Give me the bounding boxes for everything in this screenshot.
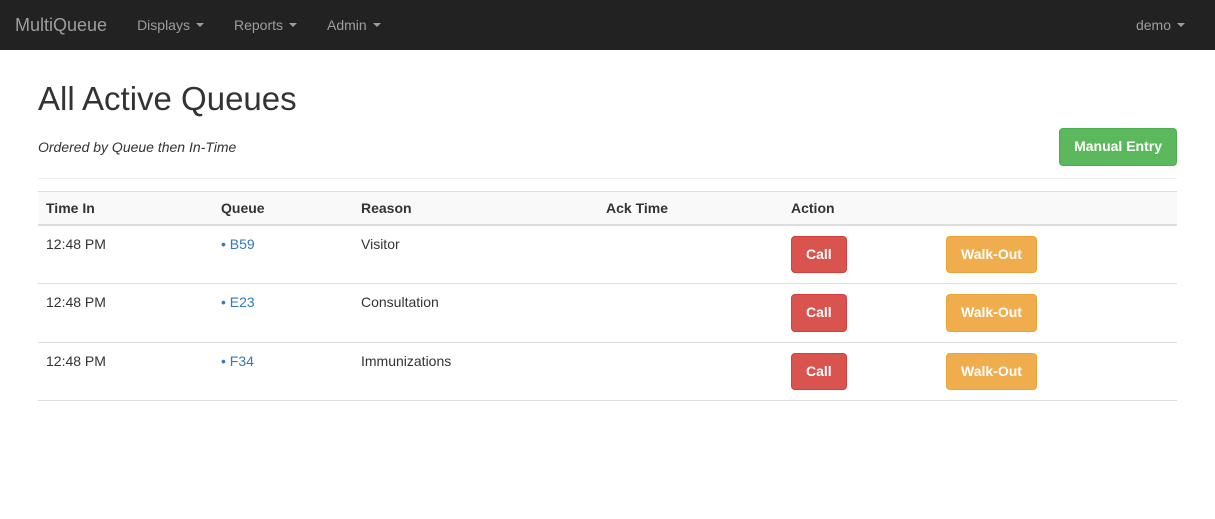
main-container: All Active Queues Ordered by Queue then … bbox=[0, 50, 1215, 421]
th-reason: Reason bbox=[353, 191, 598, 225]
th-ack-time: Ack Time bbox=[598, 191, 783, 225]
nav-displays[interactable]: Displays bbox=[122, 2, 219, 48]
table-row: 12:48 PM• B59VisitorCallWalk-Out bbox=[38, 225, 1177, 284]
nav-user-menu[interactable]: demo bbox=[1121, 2, 1200, 48]
cell-ack-time bbox=[598, 225, 783, 284]
call-button[interactable]: Call bbox=[791, 236, 847, 274]
bullet-icon: • bbox=[221, 294, 230, 310]
walk-out-button[interactable]: Walk-Out bbox=[946, 236, 1037, 274]
th-action: Action bbox=[783, 191, 938, 225]
nav-displays-label: Displays bbox=[137, 17, 190, 33]
queue-link[interactable]: F34 bbox=[230, 353, 254, 369]
page-title: All Active Queues bbox=[38, 80, 1177, 118]
cell-action-call: Call bbox=[783, 342, 938, 401]
manual-entry-button[interactable]: Manual Entry bbox=[1059, 128, 1177, 166]
table-header-row: Time In Queue Reason Ack Time Action bbox=[38, 191, 1177, 225]
th-queue: Queue bbox=[213, 191, 353, 225]
th-time-in: Time In bbox=[38, 191, 213, 225]
walk-out-button[interactable]: Walk-Out bbox=[946, 353, 1037, 391]
divider bbox=[38, 178, 1177, 179]
cell-time-in: 12:48 PM bbox=[38, 284, 213, 343]
nav-admin[interactable]: Admin bbox=[312, 2, 396, 48]
bullet-icon: • bbox=[221, 236, 230, 252]
th-action2 bbox=[938, 191, 1177, 225]
cell-ack-time bbox=[598, 342, 783, 401]
caret-icon bbox=[373, 23, 381, 27]
navbar-left: MultiQueue Displays Reports Admin bbox=[15, 2, 396, 48]
cell-action-call: Call bbox=[783, 284, 938, 343]
cell-time-in: 12:48 PM bbox=[38, 342, 213, 401]
subtitle-row: Ordered by Queue then In-Time Manual Ent… bbox=[38, 128, 1177, 166]
cell-reason: Immunizations bbox=[353, 342, 598, 401]
brand-link[interactable]: MultiQueue bbox=[15, 15, 122, 36]
navbar: MultiQueue Displays Reports Admin demo bbox=[0, 0, 1215, 50]
cell-action-walkout: Walk-Out bbox=[938, 225, 1177, 284]
nav-reports[interactable]: Reports bbox=[219, 2, 312, 48]
table-row: 12:48 PM• F34ImmunizationsCallWalk-Out bbox=[38, 342, 1177, 401]
queue-link[interactable]: E23 bbox=[230, 294, 255, 310]
cell-queue: • E23 bbox=[213, 284, 353, 343]
caret-icon bbox=[289, 23, 297, 27]
cell-action-call: Call bbox=[783, 225, 938, 284]
cell-ack-time bbox=[598, 284, 783, 343]
call-button[interactable]: Call bbox=[791, 353, 847, 391]
navbar-right: demo bbox=[1121, 2, 1200, 48]
caret-icon bbox=[196, 23, 204, 27]
cell-reason: Consultation bbox=[353, 284, 598, 343]
nav-user-label: demo bbox=[1136, 17, 1171, 33]
nav-reports-label: Reports bbox=[234, 17, 283, 33]
page-subtitle: Ordered by Queue then In-Time bbox=[38, 139, 236, 155]
walk-out-button[interactable]: Walk-Out bbox=[946, 294, 1037, 332]
cell-time-in: 12:48 PM bbox=[38, 225, 213, 284]
call-button[interactable]: Call bbox=[791, 294, 847, 332]
cell-queue: • B59 bbox=[213, 225, 353, 284]
queue-link[interactable]: B59 bbox=[230, 236, 255, 252]
cell-queue: • F34 bbox=[213, 342, 353, 401]
cell-action-walkout: Walk-Out bbox=[938, 342, 1177, 401]
nav-admin-label: Admin bbox=[327, 17, 367, 33]
table-row: 12:48 PM• E23ConsultationCallWalk-Out bbox=[38, 284, 1177, 343]
queue-table: Time In Queue Reason Ack Time Action 12:… bbox=[38, 191, 1177, 402]
caret-icon bbox=[1177, 23, 1185, 27]
bullet-icon: • bbox=[221, 353, 230, 369]
cell-action-walkout: Walk-Out bbox=[938, 284, 1177, 343]
cell-reason: Visitor bbox=[353, 225, 598, 284]
